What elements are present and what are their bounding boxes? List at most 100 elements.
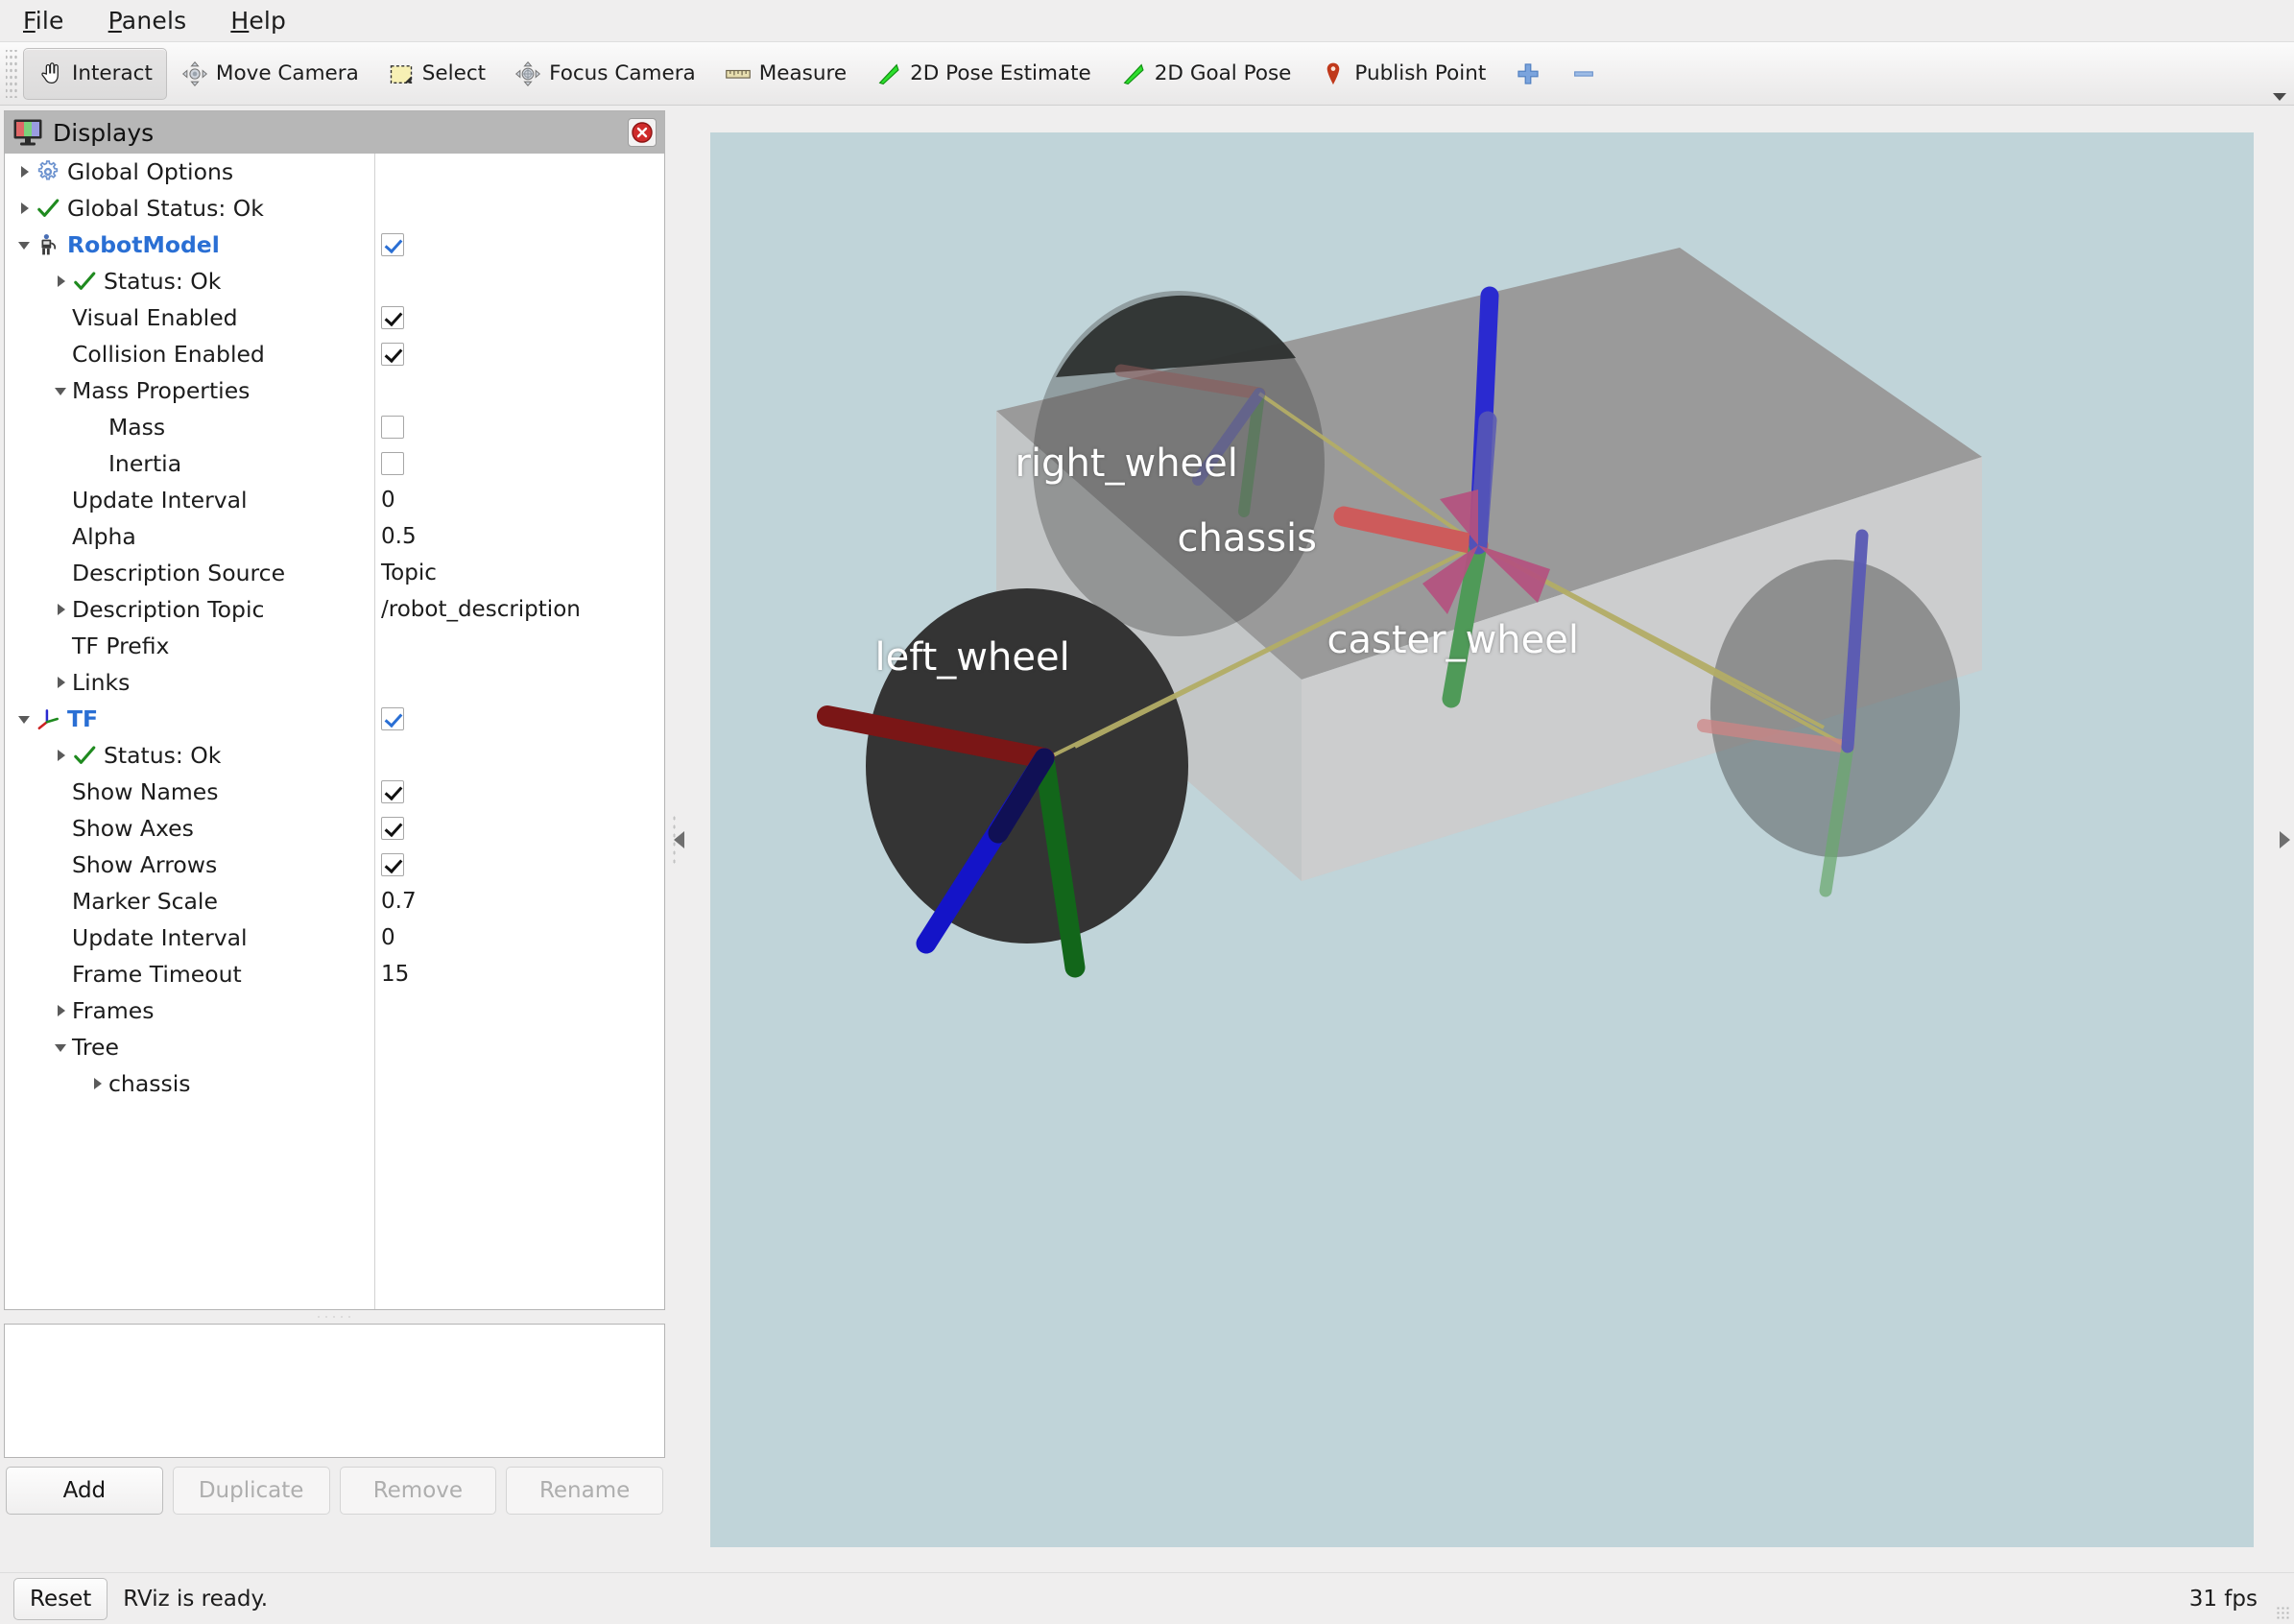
menu-panels[interactable]: Panels bbox=[103, 5, 193, 36]
tree-row[interactable]: Status: Ok bbox=[5, 737, 664, 774]
tree-row[interactable]: Show Names bbox=[5, 774, 664, 810]
tree-row-value-cell[interactable] bbox=[374, 664, 664, 701]
dock-splitter[interactable] bbox=[4, 1310, 665, 1324]
tool-move-camera[interactable]: Move Camera bbox=[167, 48, 373, 100]
tree-row-value-cell[interactable] bbox=[374, 190, 664, 227]
tool-remove[interactable] bbox=[1556, 48, 1612, 100]
tree-row-value-cell[interactable] bbox=[374, 1065, 664, 1102]
tree-row-value-cell[interactable] bbox=[374, 810, 664, 847]
chevron-down-icon[interactable] bbox=[14, 234, 36, 255]
tree-row[interactable]: Mass Properties bbox=[5, 372, 664, 409]
enable-checkbox[interactable] bbox=[381, 853, 404, 876]
toolbar-overflow-button[interactable] bbox=[2273, 93, 2286, 101]
window-resize-grip[interactable] bbox=[2276, 1606, 2291, 1621]
chevron-down-icon[interactable] bbox=[51, 1037, 72, 1058]
tool-measure[interactable]: Measure bbox=[710, 48, 861, 100]
duplicate-button[interactable]: Duplicate bbox=[173, 1467, 330, 1515]
menu-help[interactable]: Help bbox=[225, 5, 292, 36]
tree-row[interactable]: Mass bbox=[5, 409, 664, 445]
tree-row[interactable]: Alpha0.5 bbox=[5, 518, 664, 555]
tree-row[interactable]: Description Topic/robot_description bbox=[5, 591, 664, 628]
tree-row-value-cell[interactable] bbox=[374, 701, 664, 737]
tree-row[interactable]: RobotModel bbox=[5, 227, 664, 263]
tree-row-value-cell[interactable] bbox=[374, 372, 664, 409]
displays-tree[interactable]: Global OptionsGlobal Status: OkRobotMode… bbox=[5, 154, 664, 1309]
tree-row-value-cell[interactable]: /robot_description bbox=[374, 591, 664, 628]
tree-row-value-cell[interactable] bbox=[374, 774, 664, 810]
tool-add[interactable] bbox=[1500, 48, 1556, 100]
tree-row[interactable]: Update Interval0 bbox=[5, 482, 664, 518]
tree-row[interactable]: Marker Scale0.7 bbox=[5, 883, 664, 919]
enable-checkbox[interactable] bbox=[381, 416, 404, 439]
tree-row-value-cell[interactable] bbox=[374, 227, 664, 263]
tree-row-value-cell[interactable] bbox=[374, 737, 664, 774]
tree-row-value-cell[interactable]: Topic bbox=[374, 555, 664, 591]
chevron-right-icon[interactable] bbox=[51, 745, 72, 766]
tree-row[interactable]: Tree bbox=[5, 1029, 664, 1065]
tree-row[interactable]: Visual Enabled bbox=[5, 299, 664, 336]
enable-checkbox[interactable] bbox=[381, 780, 404, 803]
enable-checkbox[interactable] bbox=[381, 707, 404, 730]
tree-row[interactable]: TF bbox=[5, 701, 664, 737]
chevron-down-icon[interactable] bbox=[51, 380, 72, 401]
remove-button[interactable]: Remove bbox=[340, 1467, 497, 1515]
toolbar-drag-grip[interactable] bbox=[6, 50, 19, 98]
tree-row-value-cell[interactable] bbox=[374, 336, 664, 372]
chevron-right-icon[interactable] bbox=[14, 198, 36, 219]
chevron-right-icon[interactable] bbox=[87, 1073, 108, 1094]
tree-row[interactable]: Global Options bbox=[5, 154, 664, 190]
chevron-right-icon[interactable] bbox=[51, 672, 72, 693]
tree-row[interactable]: Collision Enabled bbox=[5, 336, 664, 372]
render-viewport-3d[interactable]: right_wheel chassis caster_wheel left_wh… bbox=[710, 132, 2254, 1547]
tool-interact[interactable]: Interact bbox=[23, 48, 167, 100]
tree-row-value-cell[interactable]: 0.7 bbox=[374, 883, 664, 919]
chevron-right-icon[interactable] bbox=[51, 1000, 72, 1021]
add-button[interactable]: Add bbox=[6, 1467, 163, 1515]
chevron-right-icon[interactable] bbox=[51, 271, 72, 292]
tree-row[interactable]: Frame Timeout15 bbox=[5, 956, 664, 992]
menu-file[interactable]: File bbox=[17, 5, 70, 36]
tree-row[interactable]: Update Interval0 bbox=[5, 919, 664, 956]
chevron-right-icon[interactable] bbox=[14, 161, 36, 182]
tree-row-value-cell[interactable] bbox=[374, 445, 664, 482]
enable-checkbox[interactable] bbox=[381, 452, 404, 475]
left-panel-collapse-handle[interactable] bbox=[669, 107, 688, 1572]
tool-focus-camera[interactable]: Focus Camera bbox=[500, 48, 710, 100]
chevron-down-icon[interactable] bbox=[14, 708, 36, 729]
right-panel-collapse-handle[interactable] bbox=[2275, 107, 2294, 1572]
tree-row[interactable]: Show Axes bbox=[5, 810, 664, 847]
tree-row[interactable]: Links bbox=[5, 664, 664, 701]
tree-row-value-cell[interactable]: 0 bbox=[374, 482, 664, 518]
enable-checkbox[interactable] bbox=[381, 343, 404, 366]
chevron-right-icon[interactable] bbox=[51, 599, 72, 620]
close-icon[interactable] bbox=[628, 118, 657, 147]
tool-publish-point[interactable]: Publish Point bbox=[1305, 48, 1500, 100]
tree-row-value-cell[interactable] bbox=[374, 847, 664, 883]
tree-row-value-cell[interactable] bbox=[374, 628, 664, 664]
tree-row-value-cell[interactable] bbox=[374, 263, 664, 299]
enable-checkbox[interactable] bbox=[381, 817, 404, 840]
tree-row[interactable]: chassis bbox=[5, 1065, 664, 1102]
tree-row-value-cell[interactable] bbox=[374, 154, 664, 190]
tree-row[interactable]: Description SourceTopic bbox=[5, 555, 664, 591]
tree-row[interactable]: TF Prefix bbox=[5, 628, 664, 664]
enable-checkbox[interactable] bbox=[381, 233, 404, 256]
tool-select[interactable]: Select bbox=[373, 48, 500, 100]
tree-row-value-cell[interactable] bbox=[374, 299, 664, 336]
tree-row-value-cell[interactable]: 0 bbox=[374, 919, 664, 956]
tool-2d-pose-estimate[interactable]: 2D Pose Estimate bbox=[861, 48, 1106, 100]
reset-button[interactable]: Reset bbox=[13, 1578, 108, 1620]
tree-row[interactable]: Frames bbox=[5, 992, 664, 1029]
tree-row-value-cell[interactable]: 0.5 bbox=[374, 518, 664, 555]
tree-row-value-cell[interactable] bbox=[374, 992, 664, 1029]
tree-row[interactable]: Show Arrows bbox=[5, 847, 664, 883]
enable-checkbox[interactable] bbox=[381, 306, 404, 329]
tree-row-value-cell[interactable] bbox=[374, 1029, 664, 1065]
tree-row-value-cell[interactable]: 15 bbox=[374, 956, 664, 992]
tree-row-value-cell[interactable] bbox=[374, 409, 664, 445]
rename-button[interactable]: Rename bbox=[506, 1467, 663, 1515]
tree-row[interactable]: Status: Ok bbox=[5, 263, 664, 299]
tree-row[interactable]: Inertia bbox=[5, 445, 664, 482]
tree-row[interactable]: Global Status: Ok bbox=[5, 190, 664, 227]
tool-2d-goal-pose[interactable]: 2D Goal Pose bbox=[1106, 48, 1306, 100]
